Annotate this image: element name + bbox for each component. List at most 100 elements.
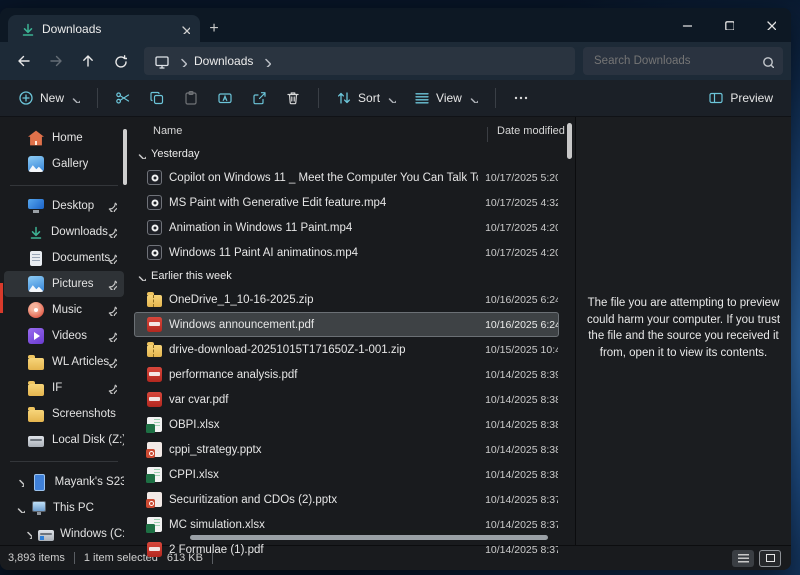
chevron-down-icon [136, 149, 146, 159]
mp4-file-icon [147, 245, 162, 260]
rename-button[interactable] [209, 84, 241, 112]
drive-icon [28, 436, 44, 447]
tab-close-icon[interactable] [174, 19, 194, 39]
chevron-down-icon[interactable] [14, 503, 25, 513]
refresh-button[interactable] [104, 47, 136, 75]
table-row[interactable]: performance analysis.pdf 10/14/2025 8:39 [134, 362, 559, 387]
new-tab-button[interactable]: + [200, 16, 228, 42]
file-list: Name Date modified Yesterday Copilot on … [128, 117, 575, 545]
file-explorer-window: Downloads + Downloads New [0, 8, 791, 570]
view-lines-icon [414, 90, 430, 106]
close-button[interactable] [749, 8, 791, 40]
home-icon [28, 130, 44, 146]
chevron-right-icon [176, 56, 187, 67]
forward-button[interactable] [40, 47, 72, 75]
download-icon [20, 22, 34, 36]
table-row[interactable]: Windows 11 Paint AI animatinos.mp4 10/17… [134, 240, 559, 265]
table-row[interactable]: Securitization and CDOs (2).pptx 10/14/2… [134, 487, 559, 512]
pin-icon [106, 253, 117, 264]
details-view-button[interactable] [732, 550, 754, 567]
sidebar-item-pictures[interactable]: Pictures [4, 271, 124, 297]
chevron-right-icon[interactable] [14, 477, 25, 487]
music-icon [28, 302, 44, 318]
more-options-button[interactable] [505, 84, 537, 112]
horizontal-scrollbar[interactable] [190, 535, 548, 540]
column-headers: Name Date modified [128, 119, 575, 143]
pdf-file-icon [147, 392, 162, 407]
new-button[interactable]: New [10, 84, 88, 112]
paste-button[interactable] [175, 84, 207, 112]
table-row[interactable]: Copilot on Windows 11 _ Meet the Compute… [134, 165, 559, 190]
cut-button[interactable] [107, 84, 139, 112]
pictures-icon [28, 276, 44, 292]
maximize-button[interactable] [707, 8, 749, 40]
chevron-down-icon [386, 93, 396, 103]
vertical-scrollbar[interactable] [567, 123, 572, 159]
delete-button[interactable] [277, 84, 309, 112]
videos-icon [28, 328, 44, 344]
sidebar-item-if[interactable]: IF [4, 375, 124, 401]
sidebar-item-local-disk-z[interactable]: Local Disk (Z:) [4, 427, 124, 453]
sidebar-item-music[interactable]: Music [4, 297, 124, 323]
pdf-file-icon [147, 367, 162, 382]
paste-icon [183, 90, 199, 106]
tab-downloads[interactable]: Downloads [8, 15, 200, 42]
plus-circle-icon [18, 90, 34, 106]
chevron-right-icon [260, 56, 271, 67]
ellipsis-icon [513, 90, 529, 106]
chevron-right-icon[interactable] [22, 529, 32, 539]
sort-button[interactable]: Sort [328, 84, 404, 112]
table-row[interactable]: CPPI.xlsx 10/14/2025 8:38 [134, 462, 559, 487]
tab-label: Downloads [42, 22, 101, 36]
sidebar-item-documents[interactable]: Documents [4, 245, 124, 271]
table-row[interactable]: OneDrive_1_10-16-2025.zip 10/16/2025 6:2… [134, 287, 559, 312]
toolbar-divider [97, 88, 98, 108]
up-button[interactable] [72, 47, 104, 75]
desktop-icon [28, 198, 44, 214]
table-row[interactable]: cppi_strategy.pptx 10/14/2025 8:38 [134, 437, 559, 462]
zip-file-icon [147, 295, 162, 307]
sidebar-item-desktop[interactable]: Desktop [4, 193, 124, 219]
share-button[interactable] [243, 84, 275, 112]
table-row[interactable]: drive-download-20251015T171650Z-1-001.zi… [134, 337, 559, 362]
sidebar-item-windows-c[interactable]: Windows (C:) [4, 521, 124, 547]
preview-toggle-button[interactable]: Preview [700, 84, 781, 112]
column-date-modified[interactable]: Date modified [491, 125, 565, 137]
sidebar-item-downloads[interactable]: Downloads [4, 219, 124, 245]
minimize-button[interactable] [665, 8, 707, 40]
sidebar-item-videos[interactable]: Videos [4, 323, 124, 349]
group-header[interactable]: Earlier this week [128, 265, 575, 287]
table-row[interactable]: MS Paint with Generative Edit feature.mp… [134, 190, 559, 215]
zip-file-icon [147, 345, 162, 357]
column-name[interactable]: Name [153, 125, 491, 137]
sidebar-item-wl-articles[interactable]: WL Articles [4, 349, 124, 375]
breadcrumb[interactable]: Downloads [144, 47, 575, 75]
sidebar-item-screenshots[interactable]: Screenshots [4, 401, 124, 427]
sidebar-item-gallery[interactable]: Gallery [4, 151, 124, 177]
sidebar-scrollbar[interactable] [123, 129, 127, 185]
view-button[interactable]: View [406, 84, 486, 112]
table-row-selected[interactable]: Windows announcement.pdf 10/16/2025 6:24 [134, 312, 559, 337]
sidebar-item-home[interactable]: Home [4, 125, 124, 151]
group-header[interactable]: Yesterday [128, 143, 575, 165]
table-row[interactable]: MC simulation.xlsx 10/14/2025 8:37 [134, 512, 559, 537]
search-input[interactable] [592, 54, 761, 68]
back-button[interactable] [8, 47, 40, 75]
sidebar-item-phone[interactable]: Mayank's S23 [4, 469, 124, 495]
powerpoint-file-icon [147, 442, 162, 457]
mp4-file-icon [147, 170, 162, 185]
table-row[interactable]: OBPI.xlsx 10/14/2025 8:38 [134, 412, 559, 437]
search-box[interactable] [583, 47, 783, 75]
sidebar-item-this-pc[interactable]: This PC [4, 495, 124, 521]
windows-drive-icon [38, 530, 54, 541]
copy-button[interactable] [141, 84, 173, 112]
table-row[interactable]: 2 Formulae (1).pdf 10/14/2025 8:37 [134, 537, 559, 562]
pin-icon [106, 331, 117, 342]
command-bar: New Sort View Preview [0, 80, 791, 117]
gallery-icon [28, 156, 44, 172]
table-row[interactable]: var cvar.pdf 10/14/2025 8:38 [134, 387, 559, 412]
pin-icon [106, 227, 117, 238]
breadcrumb-location[interactable]: Downloads [194, 54, 253, 68]
table-row[interactable]: Animation in Windows 11 Paint.mp4 10/17/… [134, 215, 559, 240]
large-icons-view-button[interactable] [759, 550, 781, 567]
